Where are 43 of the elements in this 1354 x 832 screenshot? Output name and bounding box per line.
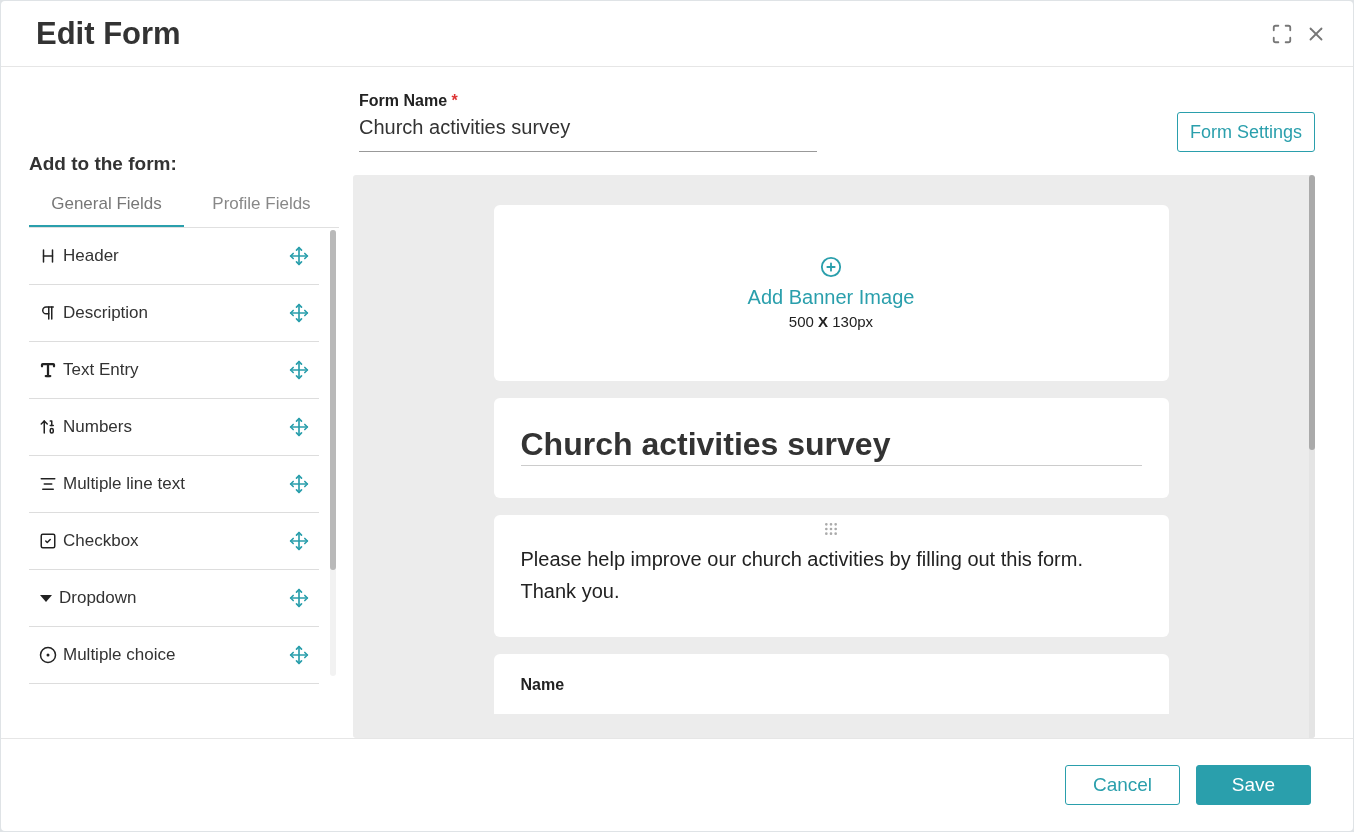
- lines-icon: [39, 475, 57, 493]
- banner-size-text: 500 X 130px: [788, 313, 874, 330]
- move-icon[interactable]: [289, 303, 309, 323]
- radio-icon: [39, 646, 57, 664]
- move-icon[interactable]: [289, 531, 309, 551]
- field-type-label: Checkbox: [63, 531, 140, 551]
- field-type-label: Multiple choice: [63, 645, 177, 665]
- field-type-item[interactable]: Multiple choice: [29, 627, 319, 684]
- move-icon[interactable]: [289, 474, 309, 494]
- field-label: Name: [520, 676, 565, 693]
- drag-handle-icon[interactable]: [823, 521, 839, 537]
- letter-icon: [39, 361, 57, 379]
- move-icon[interactable]: [289, 645, 309, 665]
- maximize-icon: [1271, 22, 1293, 45]
- sort-numbers-icon: [39, 418, 57, 436]
- field-type-item[interactable]: Checkbox: [29, 513, 319, 570]
- field-type-label: Multiple line text: [63, 474, 186, 494]
- field-type-item[interactable]: Text Entry: [29, 342, 319, 399]
- field-type-item[interactable]: Header: [29, 228, 319, 285]
- field-type-label: Dropdown: [59, 588, 138, 608]
- field-type-item[interactable]: Description: [29, 285, 319, 342]
- field-label: Form Name *: [359, 92, 459, 110]
- field-type-item[interactable]: Dropdown: [29, 570, 319, 627]
- field-type-label: Text Entry: [63, 360, 140, 380]
- field-type-label: Header: [63, 246, 120, 266]
- move-icon[interactable]: [289, 360, 309, 380]
- pilcrow-icon: [39, 304, 57, 322]
- move-icon[interactable]: [289, 588, 309, 608]
- move-icon[interactable]: [289, 246, 309, 266]
- move-icon[interactable]: [289, 417, 309, 437]
- form-name-field[interactable]: Church activities survey: [359, 116, 817, 152]
- field-type-label: Numbers: [63, 417, 133, 437]
- field-type-label: Description: [63, 303, 150, 323]
- field-type-item[interactable]: Multiple line text: [29, 456, 319, 513]
- description-text: Please help improve our church activities by filling out this form. Thank you.: [520, 547, 1084, 604]
- checkbox-icon: [39, 532, 57, 550]
- field-type-item[interactable]: Numbers: [29, 399, 319, 456]
- plus-circle-icon: [820, 256, 842, 278]
- sidebar-heading: Add to the form:: [29, 153, 178, 175]
- tab[interactable]: Profile Fields: [184, 193, 339, 227]
- tab[interactable]: General Fields: [29, 193, 184, 227]
- window-title: Edit Form: [36, 15, 182, 52]
- form-title: Church activities survey: [520, 426, 1142, 466]
